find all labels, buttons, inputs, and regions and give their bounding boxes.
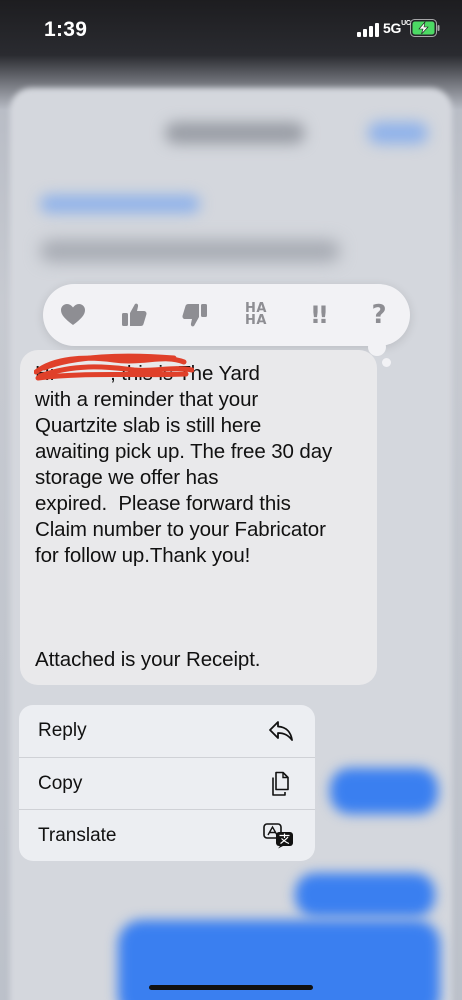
heart-icon[interactable] [56,298,90,332]
reply-icon [269,721,293,741]
menu-item-label: Copy [38,772,83,794]
menu-item-translate[interactable]: Translate [19,809,315,861]
menu-item-reply[interactable]: Reply [19,705,315,757]
menu-item-copy[interactable]: Copy [19,757,315,809]
haha-icon[interactable]: HA HA [239,298,273,332]
menu-item-label: Translate [38,824,117,846]
exclamation-icon[interactable]: !! [301,298,335,332]
home-indicator[interactable] [149,985,313,990]
tapback-reaction-bar: HA HA !! ? [43,284,410,346]
menu-item-label: Reply [38,720,87,741]
network-type: 5GUC [383,20,411,36]
thumbs-down-icon[interactable] [178,298,212,332]
message-text: Hi , this is The Yard with a reminder th… [35,362,333,671]
tapback-tail-dot [382,358,391,367]
status-bar: 1:39 5GUC [0,0,462,58]
message-bubble[interactable]: Hi , this is The Yard with a reminder th… [20,350,377,685]
copy-icon [272,771,289,796]
tapback-tail [368,338,386,356]
context-menu: Reply Copy Translate [19,705,315,861]
question-icon[interactable]: ? [362,298,396,332]
thumbs-up-icon[interactable] [117,298,151,332]
redaction-scribble [34,353,194,381]
status-time: 1:39 [44,18,88,41]
translate-icon [263,823,293,849]
cellular-signal-icon [357,23,379,37]
battery-charging-icon [410,19,440,37]
